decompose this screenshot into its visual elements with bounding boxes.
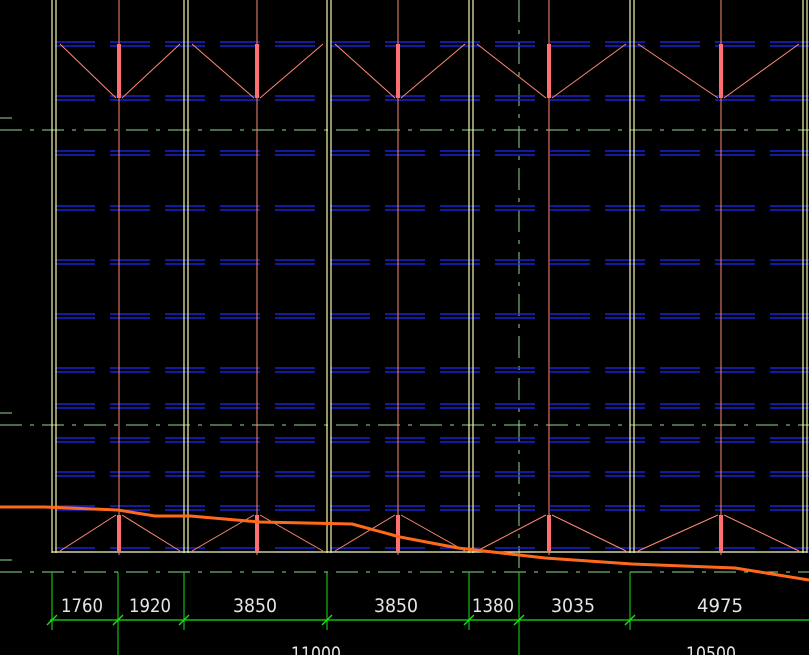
dim-total-1: 11000 xyxy=(291,643,341,655)
dim-label-5: 1380 xyxy=(472,595,514,617)
dim-label-6: 3035 xyxy=(551,595,595,617)
truss-post-bottom-5 xyxy=(719,515,723,551)
truss-post-top-2 xyxy=(255,44,259,98)
dim-label-1: 1760 xyxy=(61,595,103,617)
cad-drawing-canvas[interactable]: 1760 1920 3850 3850 1380 3035 4975 11000… xyxy=(0,0,809,655)
truss-post-bottom-4 xyxy=(547,515,551,551)
truss-post-top-1 xyxy=(117,44,121,98)
truss-post-bottom-3 xyxy=(396,515,400,551)
truss-post-top-4 xyxy=(547,44,551,98)
dim-total-2: 10500 xyxy=(686,643,736,655)
truss-post-bottom-1 xyxy=(117,515,121,551)
truss-post-top-5 xyxy=(719,44,723,98)
dim-label-2: 1920 xyxy=(129,595,171,617)
drawing-background xyxy=(0,0,809,655)
truss-post-top-3 xyxy=(396,44,400,98)
dim-label-4: 3850 xyxy=(374,595,418,617)
dim-label-7: 4975 xyxy=(697,595,743,617)
dim-label-3: 3850 xyxy=(233,595,277,617)
